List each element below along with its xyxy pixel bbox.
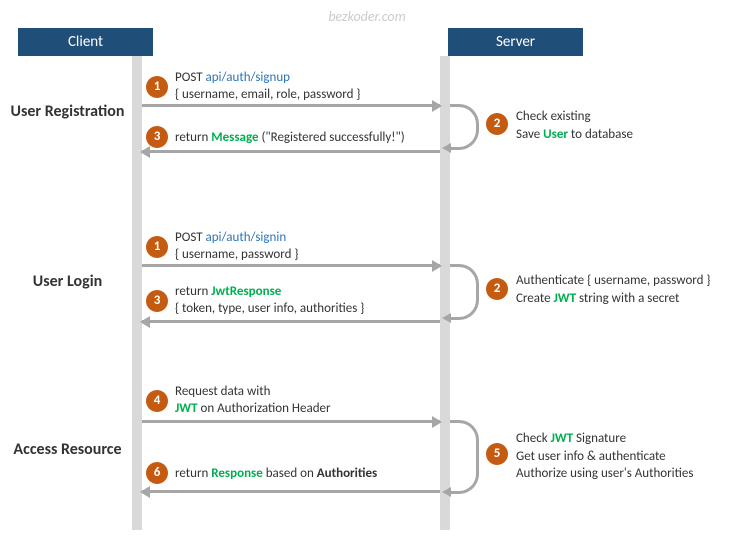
server-header: Server <box>448 28 583 56</box>
reg2-line1: Check existing <box>516 109 591 124</box>
reg3-ret: return <box>175 130 211 145</box>
acc5-hl: JWT <box>551 431 574 446</box>
acc4-line1: Request data with <box>175 384 270 399</box>
acc5-post: Signature <box>573 431 626 446</box>
badge-1-login: 1 <box>146 236 168 258</box>
acc6-ret: return <box>175 466 211 481</box>
arrow-login-1 <box>142 264 440 267</box>
reg1-body: { username, email, role, password } <box>175 87 360 102</box>
note-access-5: Check JWT Signature Get user info & auth… <box>516 430 726 483</box>
badge-3-login: 3 <box>146 290 168 312</box>
arrow-login-3 <box>142 320 440 323</box>
note-login-2: Authenticate { username, password } Crea… <box>516 272 726 307</box>
badge-5: 5 <box>486 443 508 465</box>
login1-method: POST <box>175 230 205 245</box>
arrow-access-6 <box>142 490 440 493</box>
arrow-access-4 <box>142 420 440 423</box>
msg-reg-1: POST api/auth/signup { username, email, … <box>175 70 435 104</box>
reg1-method: POST <box>175 70 205 85</box>
self-arc-login <box>450 264 479 320</box>
acc6-hl2: Authorities <box>317 466 377 481</box>
login1-endpoint: api/auth/signin <box>205 230 286 245</box>
badge-4: 4 <box>146 390 168 412</box>
reg1-endpoint: api/auth/signup <box>205 70 290 85</box>
login2-hl: JWT <box>554 291 577 306</box>
server-lifeline <box>440 56 450 530</box>
msg-access-6: return Response based on Authorities <box>175 466 435 483</box>
client-header: Client <box>18 28 153 56</box>
arrow-reg-1 <box>142 104 440 107</box>
login3-hl: JwtResponse <box>211 284 281 299</box>
msg-login-1: POST api/auth/signin { username, passwor… <box>175 230 435 264</box>
acc4-post: on Authorization Header <box>198 401 331 416</box>
msg-reg-3: return Message ("Registered successfully… <box>175 130 435 147</box>
login1-body: { username, password } <box>175 247 298 262</box>
client-lifeline <box>132 56 142 530</box>
reg3-post: ("Registered successfully!") <box>259 130 405 145</box>
badge-6: 6 <box>146 462 168 484</box>
section-registration: User Registration <box>10 102 125 121</box>
acc5-line2: Get user info & authenticate <box>516 449 666 464</box>
arrow-reg-3 <box>142 150 440 153</box>
badge-2-login: 2 <box>486 278 508 300</box>
acc4-hl: JWT <box>175 401 198 416</box>
login3-body: { token, type, user info, authorities } <box>175 301 364 316</box>
login2-pre: Create <box>516 291 554 306</box>
acc5-pre: Check <box>516 431 551 446</box>
note-reg-2: Check existing Save User to database <box>516 108 726 143</box>
reg2-save-post: to database <box>568 127 633 142</box>
acc6-mid: based on <box>263 466 317 481</box>
login3-ret: return <box>175 284 211 299</box>
self-arc-reg <box>450 104 479 150</box>
reg2-save-hl: User <box>543 127 568 142</box>
badge-2-reg: 2 <box>486 113 508 135</box>
msg-login-3: return JwtResponse { token, type, user i… <box>175 284 435 318</box>
login2-line1: Authenticate { username, password } <box>516 273 711 288</box>
section-access: Access Resource <box>10 440 125 459</box>
acc5-line3: Authorize using user's Authorities <box>516 466 693 481</box>
reg3-hl: Message <box>211 130 258 145</box>
reg2-save-pre: Save <box>516 127 543 142</box>
msg-access-4: Request data with JWT on Authorization H… <box>175 384 435 418</box>
acc6-hl: Response <box>211 466 263 481</box>
watermark: bezkoder.com <box>328 8 405 25</box>
badge-1-reg: 1 <box>146 76 168 98</box>
section-login: User Login <box>10 272 125 291</box>
self-arc-access <box>450 420 479 494</box>
login2-post: string with a secret <box>576 291 679 306</box>
